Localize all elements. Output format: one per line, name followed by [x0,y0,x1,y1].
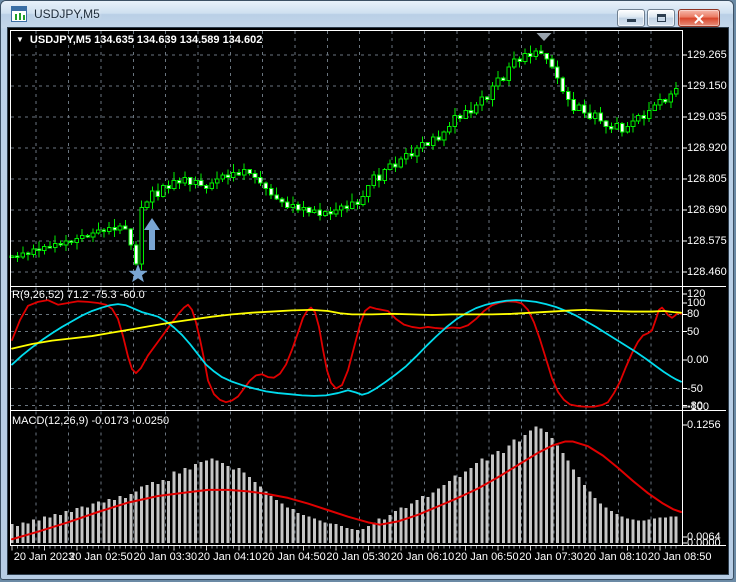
chart-canvas[interactable] [8,28,728,574]
maximize-icon [657,14,666,22]
symbol-ohlc-text: USDJPY,M5 134.635 134.639 134.589 134.60… [29,34,263,46]
mt4-chart-window: USDJPY,M5 129.265 129.150 129.035 128.920 12… [0,0,734,580]
close-button[interactable] [678,9,720,27]
symbol-dropdown-icon[interactable]: ▼ [16,35,24,44]
maximize-button[interactable] [647,9,675,27]
chart-client-area: 129.265 129.150 129.035 128.920 128.805 128.6… [7,27,729,575]
minimize-icon [627,19,636,22]
symbol-ohlc-line: ▼ USDJPY,M5 134.635 134.639 134.589 134.6… [16,34,262,46]
window-titlebar[interactable]: USDJPY,M5 [1,1,733,28]
window-title: USDJPY,M5 [34,7,100,21]
minimize-button[interactable] [617,9,645,27]
close-icon [693,13,705,24]
window-icon [11,6,27,22]
wpr-indicator-label: R(9,26,52) 71.2 -75.3 -60.0 [12,289,145,301]
macd-indicator-label: MACD(12,26,9) -0.0173 -0.0250 [12,415,170,427]
